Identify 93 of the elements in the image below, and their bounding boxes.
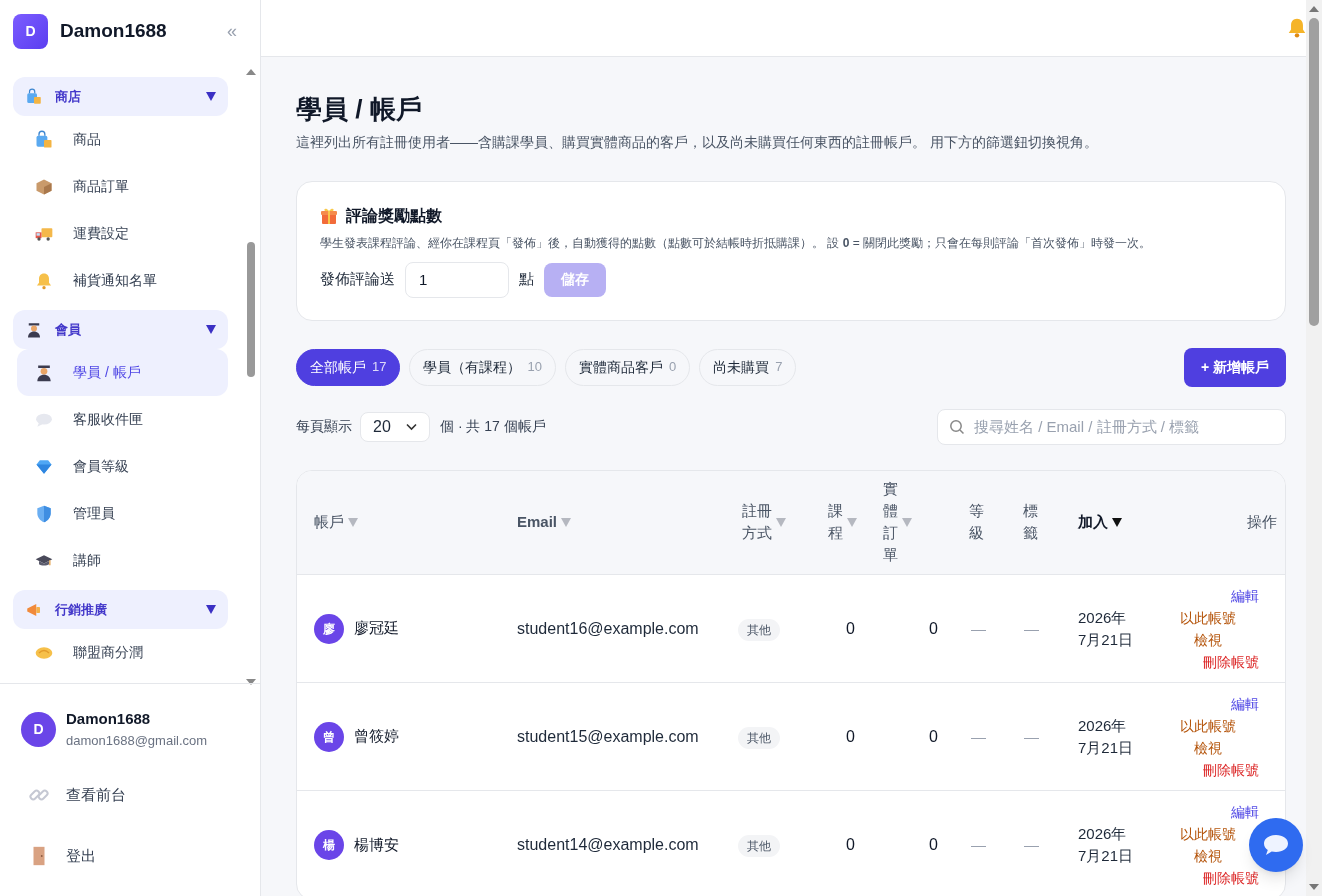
shield-icon bbox=[34, 503, 54, 524]
column-header[interactable]: 實體訂單 bbox=[883, 478, 912, 567]
notification-bell-icon[interactable] bbox=[1286, 17, 1308, 39]
sidebar-item[interactable]: 商品 bbox=[17, 116, 228, 163]
search-icon bbox=[949, 418, 965, 435]
action-link[interactable]: 刪除帳號 bbox=[1203, 866, 1259, 889]
sidebar-item[interactable]: 聯盟商分潤 bbox=[17, 629, 228, 676]
search-field[interactable]: 搜尋姓名 / Email / 註冊方式 / 標籤 bbox=[937, 408, 1286, 445]
sidebar-item[interactable]: 會員等級 bbox=[17, 443, 228, 490]
reward-card-description: 學生發表課程評論、經你在課程頁「發佈」後，自動獲得的點數（點數可於結帳時折抵購課）。 設 0 = 關閉此獎勵；只會在每則評論「首次發佈」時發一次。 bbox=[320, 234, 1153, 252]
account-name: 楊博安 bbox=[354, 834, 399, 855]
join-date: 2026年7月21日 bbox=[1078, 715, 1134, 758]
sidebar-item[interactable]: 學員 / 帳戶 bbox=[17, 349, 228, 396]
sidebar-item[interactable]: 客服收件匣 bbox=[17, 396, 228, 443]
reward-card-title: 評論獎勵點數 bbox=[346, 205, 442, 226]
page-scrollbar-drawing[interactable] bbox=[1306, 0, 1322, 896]
level-cell: — bbox=[971, 835, 986, 853]
user-avatar: D bbox=[21, 711, 56, 747]
column-header[interactable]: 帳戶 bbox=[314, 511, 358, 533]
column-header[interactable]: 標籤 bbox=[1023, 500, 1038, 545]
action-link[interactable]: 以此帳號檢視 bbox=[1177, 606, 1239, 651]
sidebar-item[interactable]: 補貨通知名單 bbox=[17, 257, 228, 304]
action-link[interactable]: 以此帳號檢視 bbox=[1177, 822, 1239, 867]
user-email: damon1688@gmail.com bbox=[66, 731, 208, 750]
user-avatar: 廖 bbox=[314, 613, 344, 644]
level-cell: — bbox=[971, 619, 986, 637]
course-count: 0 bbox=[846, 619, 855, 637]
action-link[interactable]: 以此帳號檢視 bbox=[1177, 714, 1239, 759]
add-account-button[interactable]: + 新增帳戶 bbox=[1183, 347, 1286, 387]
column-header[interactable]: 加入 bbox=[1078, 511, 1122, 533]
action-link[interactable]: 編輯 bbox=[1231, 800, 1259, 823]
footer-link[interactable]: 登出 bbox=[28, 842, 232, 870]
column-header[interactable]: Email bbox=[517, 511, 572, 533]
action-link[interactable]: 刪除帳號 bbox=[1203, 758, 1259, 781]
chat-button[interactable] bbox=[1249, 818, 1303, 872]
gift-icon bbox=[320, 206, 338, 225]
column-header[interactable]: 操作 bbox=[1247, 511, 1277, 533]
signup-method-tag: 其他 bbox=[738, 834, 780, 857]
speech-bubble-icon bbox=[1262, 833, 1290, 857]
chevron-down-icon bbox=[406, 422, 417, 431]
email-cell: student16@example.com bbox=[517, 619, 699, 637]
caret-down-icon bbox=[206, 325, 216, 334]
join-date: 2026年7月21日 bbox=[1078, 823, 1134, 866]
sidebar-group-header[interactable]: 商店 bbox=[13, 77, 228, 116]
sidebar-item[interactable]: 管理員 bbox=[17, 490, 228, 537]
sidebar-group-header[interactable]: 行銷推廣 bbox=[13, 590, 228, 629]
per-page-label: 每頁顯示 bbox=[296, 417, 352, 436]
app-name: Damon1688 bbox=[60, 18, 168, 43]
level-cell: — bbox=[971, 727, 986, 745]
sidebar-group-header[interactable]: 會員 bbox=[13, 310, 228, 349]
course-count: 0 bbox=[846, 727, 855, 745]
column-header[interactable]: 課程 bbox=[828, 500, 857, 545]
account-name: 廖冠廷 bbox=[354, 618, 399, 639]
email-cell: student15@example.com bbox=[517, 727, 699, 745]
signup-method-tag: 其他 bbox=[738, 726, 780, 749]
points-input[interactable]: 1 bbox=[405, 261, 509, 298]
user-avatar: 曾 bbox=[314, 721, 344, 752]
app-avatar: D bbox=[13, 13, 48, 49]
join-date: 2026年7月21日 bbox=[1078, 607, 1134, 650]
tags-cell: — bbox=[1024, 619, 1039, 637]
student-icon bbox=[25, 320, 43, 339]
footer-link[interactable]: 查看前台 bbox=[28, 781, 232, 809]
points-unit: 點 bbox=[519, 269, 534, 290]
email-cell: student14@example.com bbox=[517, 835, 699, 853]
caret-down-icon bbox=[206, 605, 216, 614]
filter-tab[interactable]: 學員（有課程） 10 bbox=[409, 348, 556, 386]
sidebar-item[interactable]: 講師 bbox=[17, 537, 228, 584]
user-name: Damon1688 bbox=[66, 709, 152, 729]
tags-cell: — bbox=[1024, 727, 1039, 745]
order-count: 0 bbox=[929, 619, 938, 637]
account-name: 曾筱婷 bbox=[354, 726, 399, 747]
sidebar-item[interactable]: 商品訂單 bbox=[17, 163, 228, 210]
account-count-text: 個 · 共 17 個帳戶 bbox=[440, 417, 547, 436]
action-link[interactable]: 編輯 bbox=[1231, 584, 1259, 607]
page-description: 這裡列出所有註冊使用者——含購課學員、購買實體商品的客戶，以及尚未購買任何東西的註冊帳戶。 用下方的篩選鈕切換視角。 bbox=[296, 132, 1099, 152]
user-avatar: 楊 bbox=[314, 829, 344, 860]
signup-method-tag: 其他 bbox=[738, 618, 780, 641]
page-title: 學員 / 帳戶 bbox=[296, 93, 423, 126]
per-page-select[interactable]: 20 bbox=[360, 411, 430, 442]
caret-down-icon bbox=[206, 92, 216, 101]
order-count: 0 bbox=[929, 727, 938, 745]
course-count: 0 bbox=[846, 835, 855, 853]
sidebar-item[interactable]: 運費設定 bbox=[17, 210, 228, 257]
action-link[interactable]: 編輯 bbox=[1231, 692, 1259, 715]
column-header[interactable]: 註冊方式 bbox=[742, 500, 786, 545]
filter-tab[interactable]: 實體商品客戶 0 bbox=[564, 348, 691, 386]
action-link[interactable]: 刪除帳號 bbox=[1203, 650, 1259, 673]
filter-tab[interactable]: 尚未購買 7 bbox=[699, 348, 797, 386]
points-label: 發佈評論送 bbox=[320, 269, 395, 290]
tags-cell: — bbox=[1024, 835, 1039, 853]
column-header[interactable]: 等級 bbox=[969, 500, 984, 545]
order-count: 0 bbox=[929, 835, 938, 853]
filter-tab[interactable]: 全部帳戶 17 bbox=[296, 348, 401, 386]
